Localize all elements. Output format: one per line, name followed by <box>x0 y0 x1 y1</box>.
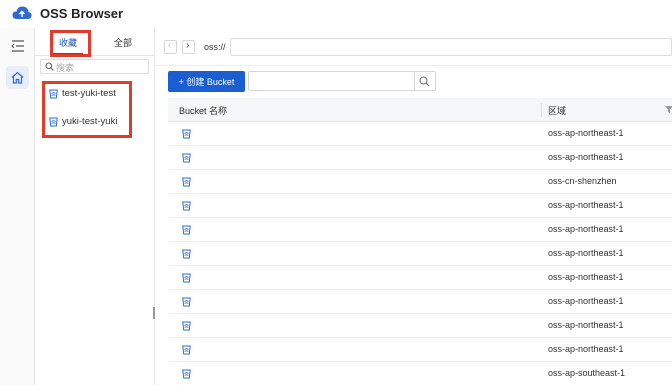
table-row[interactable]: oss-ap-northeast-1 <box>168 122 672 146</box>
app-title: OSS Browser <box>40 6 124 21</box>
bucket-icon <box>182 272 191 286</box>
chevron-left-icon: ‹ <box>168 40 172 51</box>
table-row[interactable]: oss-cn-shenzhen <box>168 170 672 194</box>
table-row[interactable]: oss-ap-northeast-1 <box>168 146 672 170</box>
path-prefix: oss:// <box>204 42 226 52</box>
table-row[interactable]: oss-ap-northeast-1 <box>168 338 672 362</box>
table-row[interactable]: oss-ap-northeast-1 <box>168 242 672 266</box>
bucket-filter-input[interactable] <box>248 71 415 91</box>
search-icon <box>419 76 430 87</box>
bucket-icon <box>182 176 191 190</box>
table-row[interactable]: oss-ap-northeast-1 <box>168 314 672 338</box>
cloud-upload-logo-icon <box>12 6 32 19</box>
back-button[interactable]: ‹ <box>164 40 177 54</box>
search-icon <box>45 62 54 71</box>
bucket-region: oss-ap-northeast-1 <box>548 224 624 234</box>
bucket-icon <box>182 248 191 262</box>
main-content: ‹ › oss:// + 创建 Bucket Bucket 名称 区域 oss-… <box>155 28 672 385</box>
table-row[interactable]: oss-ap-northeast-1 <box>168 290 672 314</box>
bucket-icon <box>182 296 191 310</box>
search-input[interactable]: 搜索 <box>40 59 149 74</box>
table-row[interactable]: oss-ap-northeast-1 <box>168 266 672 290</box>
column-divider <box>541 103 542 117</box>
column-header-region[interactable]: 区域 <box>548 104 566 117</box>
create-bucket-button[interactable]: + 创建 Bucket <box>168 71 245 92</box>
annotation-highlight-favorites-list <box>42 81 132 138</box>
bucket-icon <box>182 320 191 334</box>
search-placeholder: 搜索 <box>56 63 75 73</box>
table-row[interactable]: oss-ap-southeast-1 <box>168 362 672 385</box>
bucket-icon <box>182 224 191 238</box>
table-row[interactable]: oss-ap-northeast-1 <box>168 218 672 242</box>
chevron-right-icon: › <box>186 40 190 51</box>
title-bar: OSS Browser <box>0 0 672 28</box>
bucket-icon <box>182 128 191 142</box>
bucket-region: oss-ap-northeast-1 <box>548 248 624 258</box>
tab-all[interactable]: 全部 <box>114 36 132 49</box>
bucket-region: oss-cn-shenzhen <box>548 176 617 186</box>
bucket-icon <box>182 200 191 214</box>
table-header: Bucket 名称 区域 <box>168 98 672 122</box>
bucket-region: oss-ap-northeast-1 <box>548 272 624 282</box>
bucket-region: oss-ap-northeast-1 <box>548 296 624 306</box>
bucket-region: oss-ap-northeast-1 <box>548 128 624 138</box>
bucket-icon <box>182 344 191 358</box>
bucket-icon <box>182 152 191 166</box>
bucket-region: oss-ap-southeast-1 <box>548 368 626 378</box>
bucket-icon <box>182 368 191 382</box>
home-button[interactable] <box>6 66 29 89</box>
address-bar: ‹ › oss:// <box>155 28 672 66</box>
left-rail <box>0 28 35 385</box>
filter-icon[interactable] <box>665 106 672 113</box>
home-icon <box>11 71 24 84</box>
bucket-region: oss-ap-northeast-1 <box>548 152 624 162</box>
forward-button[interactable]: › <box>182 40 195 54</box>
menu-icon[interactable] <box>11 40 25 52</box>
path-input[interactable] <box>230 38 672 56</box>
bucket-region: oss-ap-northeast-1 <box>548 320 624 330</box>
bucket-region: oss-ap-northeast-1 <box>548 200 624 210</box>
bucket-search-button[interactable] <box>414 71 436 91</box>
column-header-name[interactable]: Bucket 名称 <box>179 104 227 117</box>
bucket-region: oss-ap-northeast-1 <box>548 344 624 354</box>
annotation-highlight-favorites-tab <box>50 30 91 57</box>
table-row[interactable]: oss-ap-northeast-1 <box>168 194 672 218</box>
